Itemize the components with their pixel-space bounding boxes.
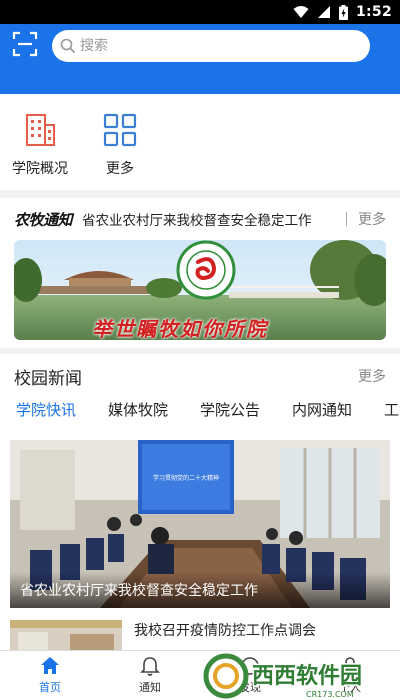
news-item-title: 我校召开疫情防控工作点调会 xyxy=(134,623,316,639)
campus-banner[interactable]: 举世瞩牧如你所院 xyxy=(14,240,386,340)
bell-icon xyxy=(140,657,160,676)
featured-news-caption: 省农业农村厅来我校督查安全稳定工作 xyxy=(10,572,390,608)
grid-icon xyxy=(103,113,137,147)
status-bar: 1:52 xyxy=(0,0,400,24)
search-bar[interactable] xyxy=(52,30,370,62)
watermark-logo: 西西软件园 CR173.COM xyxy=(203,653,364,699)
scan-icon[interactable] xyxy=(12,31,38,57)
tab-union[interactable]: 工会 xyxy=(384,398,400,434)
quick-entries: 学院概况 更多 xyxy=(0,94,400,190)
app-screen: 1:52 学院概况 xyxy=(0,0,400,700)
building-icon xyxy=(26,114,55,146)
nav-notifications[interactable]: 通知 xyxy=(110,655,190,695)
featured-news-card[interactable]: 学习贯彻党的二十大精神 省农业农村厅来我校督查安全稳定工作 xyxy=(10,440,390,608)
tab-media[interactable]: 媒体牧院 xyxy=(108,398,168,434)
news-list-item[interactable]: 我校召开疫情防控工作点调会 xyxy=(0,616,400,650)
home-icon xyxy=(41,657,59,674)
notice-headline[interactable]: 省农业农村厅来我校督查安全稳定工作 xyxy=(82,209,344,229)
featured-news-title: 省农业农村厅来我校督查安全稳定工作 xyxy=(20,583,258,599)
tab-indicator xyxy=(14,427,76,429)
quick-item-label: 更多 xyxy=(106,161,134,177)
quick-item-college-overview[interactable]: 学院概况 xyxy=(5,112,75,178)
notice-more-link[interactable]: 更多 xyxy=(346,209,386,229)
tab-announcements[interactable]: 学院公告 xyxy=(200,398,260,434)
battery-icon xyxy=(338,4,348,20)
banner-slogan: 举世瞩牧如你所院 xyxy=(92,317,268,340)
status-icons: 1:52 xyxy=(293,4,392,20)
search-icon xyxy=(60,38,76,54)
section-title: 校园新闻 xyxy=(14,369,82,389)
tab-intranet[interactable]: 内网通知 xyxy=(292,398,352,434)
notice-logo: 农牧通知 xyxy=(14,211,73,229)
quick-item-more[interactable]: 更多 xyxy=(85,112,155,178)
nav-label: 首页 xyxy=(39,681,61,694)
nav-home[interactable]: 首页 xyxy=(10,655,90,695)
screen-text: 学习贯彻党的二十大精神 xyxy=(153,474,219,482)
campus-news-section: 校园新闻 更多 学院快讯 媒体牧院 学院公告 内网通知 工会 xyxy=(0,354,400,650)
watermark-url: CR173.COM xyxy=(306,690,354,699)
wifi-icon xyxy=(293,6,309,18)
nav-label: 通知 xyxy=(139,681,161,694)
watermark-text: 西西软件园 xyxy=(252,663,362,689)
quick-item-label: 学院概况 xyxy=(12,161,68,177)
search-input[interactable] xyxy=(80,38,340,54)
signal-icon xyxy=(317,6,330,18)
header xyxy=(0,24,400,94)
status-time: 1:52 xyxy=(355,4,392,20)
news-more-link[interactable]: 更多 xyxy=(358,366,386,386)
news-tabs: 学院快讯 媒体牧院 学院公告 内网通知 工会 xyxy=(0,398,400,434)
news-thumbnail xyxy=(10,620,122,650)
